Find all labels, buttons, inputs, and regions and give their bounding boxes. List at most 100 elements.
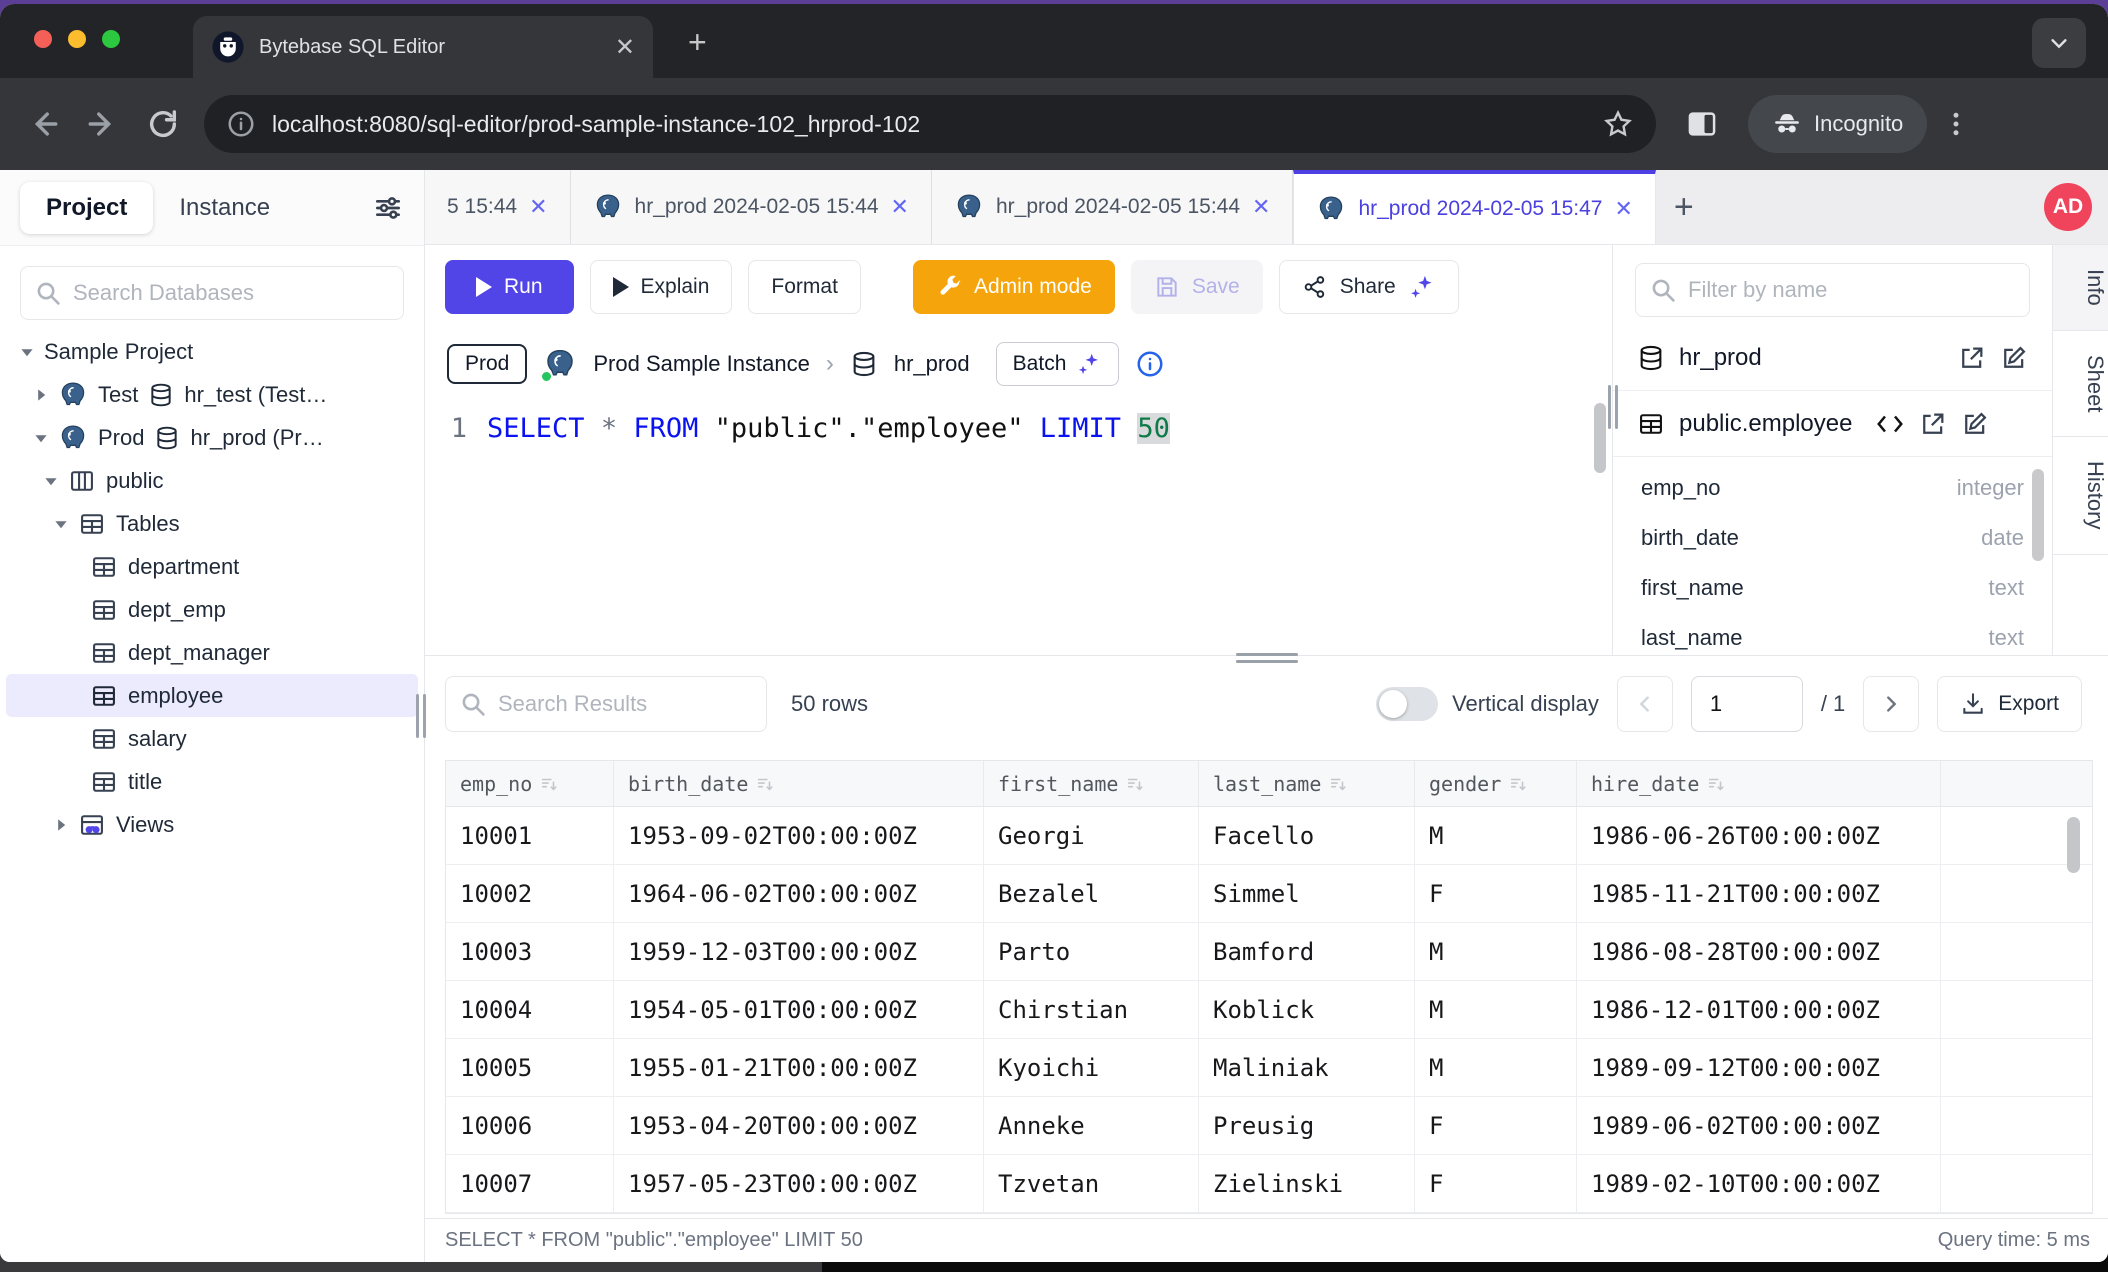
table-row[interactable]: 100061953-04-20T00:00:00ZAnnekePreusigF1… [446, 1097, 2092, 1155]
edit-icon[interactable] [2000, 344, 2028, 372]
external-link-icon[interactable] [1958, 344, 1986, 372]
table-row[interactable]: 100071957-05-23T00:00:00ZTzvetanZielinsk… [446, 1155, 2092, 1213]
table-row[interactable]: 100011953-09-02T00:00:00ZGeorgiFacelloM1… [446, 807, 2092, 865]
vertical-display-toggle[interactable] [1376, 687, 1438, 721]
tree-table-department[interactable]: department [0, 545, 424, 588]
tree-project[interactable]: Sample Project [0, 330, 424, 373]
address-bar[interactable]: localhost:8080/sql-editor/prod-sample-in… [204, 95, 1656, 153]
database-search[interactable] [20, 266, 404, 320]
header-first-name[interactable]: first_name [984, 761, 1199, 806]
tree-table-title[interactable]: title [0, 760, 424, 803]
caret-right-icon[interactable] [54, 818, 68, 832]
sheet-tab-3[interactable]: hr_prod 2024-02-05 15:44 ✕ [932, 170, 1293, 244]
maximize-window-button[interactable] [102, 30, 120, 48]
column-row[interactable]: first_name text [1613, 563, 2052, 613]
results-search-input[interactable] [498, 691, 752, 717]
column-row[interactable]: birth_date date [1613, 513, 2052, 563]
close-tab-icon[interactable]: ✕ [1614, 196, 1632, 222]
sort-icon[interactable] [756, 775, 774, 793]
chrome-tab-close-icon[interactable]: ✕ [615, 33, 635, 62]
share-button[interactable]: Share [1279, 260, 1459, 314]
reload-icon[interactable] [146, 107, 180, 141]
explain-button[interactable]: Explain [590, 260, 733, 314]
table-row[interactable]: 100041954-05-01T00:00:00ZChirstianKoblic… [446, 981, 2092, 1039]
bookmark-star-icon[interactable] [1602, 108, 1634, 140]
next-page-button[interactable] [1863, 676, 1919, 732]
format-button[interactable]: Format [748, 260, 861, 314]
side-tab-sheet[interactable]: Sheet [2053, 331, 2108, 438]
close-tab-icon[interactable]: ✕ [891, 194, 909, 220]
schema-table-row[interactable]: public.employee [1613, 391, 2052, 457]
tree-schema-public[interactable]: public [0, 459, 424, 502]
close-window-button[interactable] [34, 30, 52, 48]
page-number-input[interactable] [1691, 676, 1803, 732]
header-gender[interactable]: gender [1415, 761, 1577, 806]
sort-icon[interactable] [540, 775, 558, 793]
schema-filter-input[interactable] [1688, 277, 2015, 303]
header-hire-date[interactable]: hire_date [1577, 761, 1941, 806]
side-tab-history[interactable]: History [2053, 437, 2108, 554]
caret-down-icon[interactable] [34, 431, 48, 445]
tab-project[interactable]: Project [20, 182, 153, 234]
header-last-name[interactable]: last_name [1199, 761, 1415, 806]
header-emp-no[interactable]: emp_no [446, 761, 614, 806]
schema-filter[interactable] [1635, 263, 2030, 317]
panel-resize-handle-vertical[interactable] [1608, 385, 1618, 429]
schema-scrollbar[interactable] [2032, 469, 2044, 561]
instance-name[interactable]: Prod Sample Instance [593, 351, 809, 377]
side-tab-info[interactable]: Info [2053, 245, 2108, 331]
results-search[interactable] [445, 676, 767, 732]
add-sheet-icon[interactable]: + [1656, 170, 1712, 244]
code-icon[interactable] [1875, 409, 1905, 439]
save-button[interactable]: Save [1131, 260, 1263, 314]
tree-db-hr-test[interactable]: Test hr_test (Test… [0, 373, 424, 416]
tree-table-dept-emp[interactable]: dept_emp [0, 588, 424, 631]
sort-icon[interactable] [1509, 775, 1527, 793]
admin-mode-button[interactable]: Admin mode [913, 260, 1115, 314]
header-birth-date[interactable]: birth_date [614, 761, 984, 806]
chrome-menu-icon[interactable] [1941, 109, 1971, 139]
prev-page-button[interactable] [1617, 676, 1673, 732]
external-link-icon[interactable] [1919, 410, 1947, 438]
database-search-input[interactable] [73, 280, 389, 306]
minimize-window-button[interactable] [68, 30, 86, 48]
column-row[interactable]: emp_no integer [1613, 463, 2052, 513]
close-tab-icon[interactable]: ✕ [1252, 194, 1270, 220]
sort-icon[interactable] [1329, 775, 1347, 793]
chrome-tab[interactable]: Bytebase SQL Editor ✕ [193, 16, 653, 78]
info-icon[interactable] [1135, 349, 1165, 379]
new-tab-icon[interactable]: + [688, 28, 707, 56]
sheet-tab-2[interactable]: hr_prod 2024-02-05 15:44 ✕ [571, 170, 932, 244]
forward-icon[interactable] [86, 107, 120, 141]
schema-database-row[interactable]: hr_prod [1613, 325, 2052, 391]
sheet-tab-4-active[interactable]: hr_prod 2024-02-05 15:47 ✕ [1293, 170, 1655, 244]
tab-instance[interactable]: Instance [153, 182, 296, 234]
database-name[interactable]: hr_prod [894, 351, 970, 377]
export-button[interactable]: Export [1937, 676, 2082, 732]
tree-table-employee-selected[interactable]: employee [6, 674, 418, 717]
run-button[interactable]: Run [445, 260, 574, 314]
caret-down-icon[interactable] [44, 474, 58, 488]
close-tab-icon[interactable]: ✕ [529, 194, 547, 220]
tree-tables-group[interactable]: Tables [0, 502, 424, 545]
tree-views-group[interactable]: Views [0, 803, 424, 846]
table-row[interactable]: 100031959-12-03T00:00:00ZPartoBamfordM19… [446, 923, 2092, 981]
tree-db-hr-prod[interactable]: Prod hr_prod (Pr… [0, 416, 424, 459]
avatar[interactable]: AD [2044, 183, 2092, 231]
edit-icon[interactable] [1961, 410, 1989, 438]
sort-icon[interactable] [1707, 775, 1725, 793]
filter-settings-icon[interactable] [372, 192, 404, 224]
tree-table-dept-manager[interactable]: dept_manager [0, 631, 424, 674]
side-panel-icon[interactable] [1682, 104, 1722, 144]
editor-scrollbar[interactable] [1594, 403, 1606, 473]
batch-button[interactable]: Batch [996, 342, 1120, 386]
tab-search-chevron-icon[interactable] [2032, 18, 2086, 68]
tree-table-salary[interactable]: salary [0, 717, 424, 760]
environment-chip[interactable]: Prod [447, 344, 527, 384]
results-scrollbar[interactable] [2067, 817, 2080, 873]
site-info-icon[interactable] [226, 109, 256, 139]
sql-editor[interactable]: 1 SELECT * FROM "public"."employee" LIMI… [425, 399, 1612, 655]
caret-right-icon[interactable] [34, 388, 48, 402]
sheet-tab-1[interactable]: 5 15:44 ✕ [425, 170, 571, 244]
back-icon[interactable] [26, 107, 60, 141]
